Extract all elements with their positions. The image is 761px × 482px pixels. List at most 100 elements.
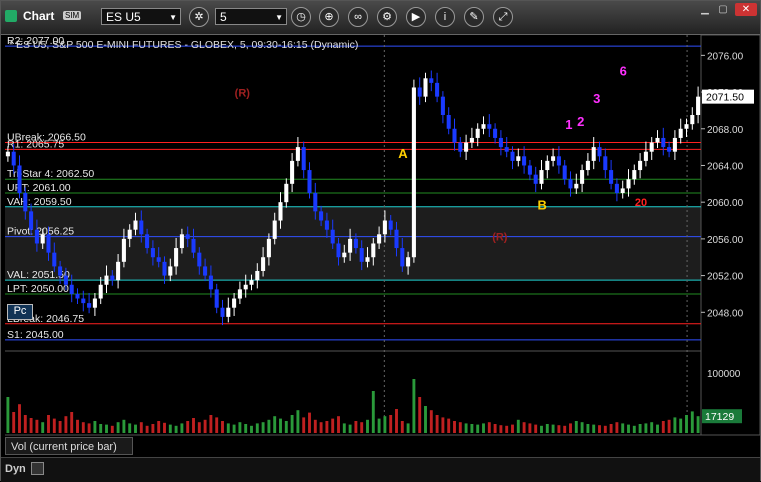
- candle-body: [116, 261, 121, 281]
- maximize-icon[interactable]: ▢: [716, 4, 730, 16]
- info-icon[interactable]: i: [435, 7, 455, 27]
- candle-body: [272, 220, 277, 239]
- candle-body: [301, 147, 306, 171]
- chevron-down-icon[interactable]: ▼: [169, 9, 177, 26]
- candle-body: [516, 156, 521, 161]
- candle-body: [585, 160, 590, 171]
- candle-body: [446, 115, 451, 129]
- chart-annotation: 20: [635, 197, 647, 209]
- y-tick-label: 2060.00: [707, 198, 744, 209]
- level-label: S1: 2045.00: [7, 329, 64, 341]
- candle-body: [533, 174, 538, 184]
- last-volume-label: 17129: [705, 411, 734, 423]
- candle-body: [156, 257, 161, 262]
- candle-body: [307, 170, 312, 193]
- candle-body: [23, 193, 28, 212]
- candle-body: [406, 257, 411, 267]
- candle-body: [261, 257, 266, 271]
- candle-body: [278, 202, 283, 221]
- app-logo-icon: [5, 10, 17, 22]
- candle-body: [388, 220, 393, 230]
- candle-body: [353, 238, 358, 249]
- candle-body: [365, 257, 370, 262]
- candle-body: [522, 156, 527, 166]
- y-tick-label: 2068.00: [707, 125, 744, 136]
- candle-body: [394, 229, 399, 249]
- chevron-down-icon[interactable]: ▼: [275, 9, 283, 26]
- y-tick-label: 2064.00: [707, 161, 744, 172]
- candle-body: [348, 238, 353, 253]
- candle-body: [429, 78, 434, 83]
- price-chart[interactable]: 2048.00 2052.00 2056.00 2060.00 2064.00 2068.…: [1, 35, 760, 457]
- link-icon[interactable]: ∞: [348, 7, 368, 27]
- candle-body: [464, 142, 469, 152]
- chart-annotation: 6: [620, 64, 627, 79]
- y-tick-label: 2076.00: [707, 51, 744, 62]
- bottom-bar: Dyn: [1, 457, 760, 482]
- candle-body: [319, 211, 324, 221]
- candle-body: [649, 142, 654, 152]
- candle-body: [92, 298, 97, 308]
- candle-body: [400, 248, 405, 267]
- candle-body: [510, 151, 515, 161]
- candle-body: [69, 284, 74, 294]
- candle-body: [208, 275, 213, 290]
- candle-body: [46, 234, 51, 253]
- candle-body: [661, 137, 666, 148]
- candle-body: [179, 234, 184, 249]
- candle-body: [330, 229, 335, 244]
- candle-body: [284, 183, 289, 203]
- candle-body: [232, 298, 237, 308]
- zoom-icon[interactable]: ⊕: [319, 7, 339, 27]
- candle-body: [498, 137, 503, 148]
- candle-body: [29, 211, 34, 230]
- interval-select[interactable]: 5 ▼: [215, 8, 287, 25]
- candle-body: [290, 160, 295, 184]
- candle-body: [562, 165, 567, 180]
- candle-body: [214, 289, 219, 308]
- zoom-icon[interactable]: [31, 462, 44, 475]
- candle-body: [40, 234, 45, 244]
- candle-body: [121, 238, 126, 262]
- candle-body: [255, 271, 260, 281]
- volume-indicator-label[interactable]: Vol (current price bar): [5, 437, 133, 455]
- candle-body: [672, 137, 677, 152]
- chart-annotation: 3: [593, 91, 600, 106]
- play-icon[interactable]: ▶: [406, 7, 426, 27]
- candle-body: [203, 266, 208, 276]
- expand-icon[interactable]: ⤢: [493, 7, 513, 27]
- y-tick-label: 2052.00: [707, 272, 744, 283]
- candle-body: [377, 234, 382, 244]
- candle-body: [162, 261, 167, 276]
- candle-body: [481, 124, 486, 129]
- level-label: Pivot: 2056.25: [7, 226, 74, 238]
- settings-icon[interactable]: ⚙: [377, 7, 397, 27]
- chart-annotation: (R): [492, 232, 508, 244]
- candle-body: [237, 289, 242, 299]
- value-area-band: [5, 206, 701, 281]
- pc-button[interactable]: Pc: [7, 304, 33, 320]
- gear-icon[interactable]: ✲: [189, 7, 209, 27]
- candle-body: [690, 115, 695, 125]
- last-price-label: 2071.50: [706, 92, 744, 104]
- volume-tick-label: 100000: [707, 369, 741, 380]
- y-tick-label: 2056.00: [707, 235, 744, 246]
- window-title: Chart: [23, 9, 55, 23]
- candle-body: [371, 243, 376, 258]
- close-icon[interactable]: ✕: [735, 3, 757, 16]
- candle-body: [493, 128, 498, 138]
- minimize-icon[interactable]: ▁: [698, 4, 712, 16]
- drawing-icon[interactable]: ✎: [464, 7, 484, 27]
- dyn-label[interactable]: Dyn: [5, 463, 26, 475]
- candle-body: [469, 137, 474, 143]
- candle-body: [226, 307, 231, 317]
- candle-body: [452, 128, 457, 143]
- candle-body: [266, 238, 271, 258]
- candle-body: [168, 266, 173, 276]
- symbol-select[interactable]: ES U5 ▼: [101, 8, 181, 25]
- candle-body: [597, 147, 602, 157]
- candle-body: [504, 147, 509, 152]
- clock-icon[interactable]: ◷: [291, 7, 311, 27]
- candle-body: [678, 128, 683, 138]
- candle-body: [382, 220, 387, 235]
